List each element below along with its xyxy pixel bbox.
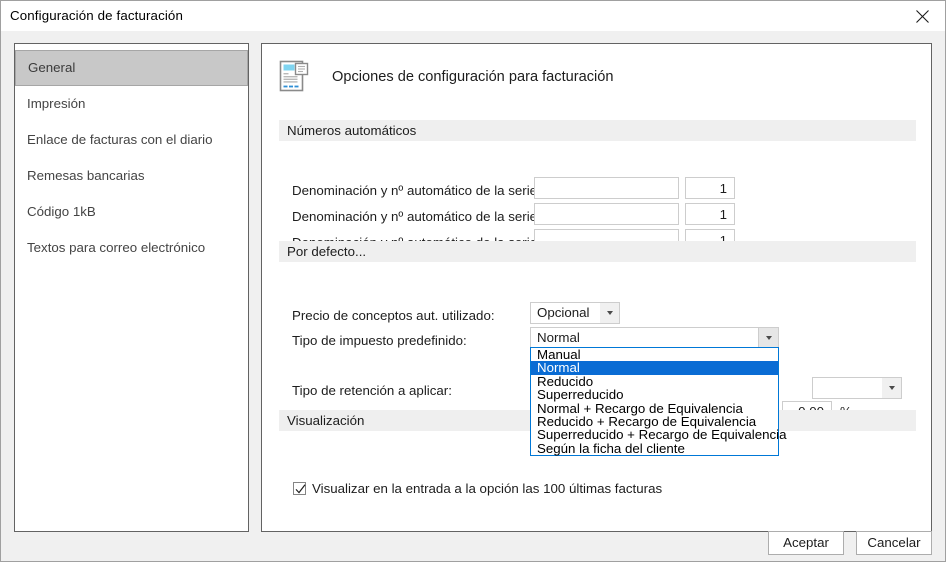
sidebar-item-textos-correo-electronico[interactable]: Textos para correo electrónico [15, 230, 248, 266]
serie2-name-input[interactable] [534, 203, 679, 225]
dropdown-option[interactable]: Según la ficha del cliente [531, 441, 778, 455]
sidebar-item-codigo-1kb[interactable]: Código 1kB [15, 194, 248, 230]
dialog-body: General Impresión Enlace de facturas con… [1, 31, 945, 561]
section-band-defaults: Por defecto... [279, 241, 916, 262]
sidebar-item-enlace-facturas-diario[interactable]: Enlace de facturas con el diario [15, 122, 248, 158]
sidebar-item-label: General [28, 60, 76, 75]
accept-button[interactable]: Aceptar [768, 531, 844, 555]
dropdown-option[interactable]: Superreducido [531, 388, 778, 402]
price-concept-select[interactable]: Opcional [530, 302, 620, 324]
price-concept-label: Precio de conceptos aut. utilizado: [292, 308, 495, 323]
chevron-down-icon[interactable] [758, 328, 778, 348]
dropdown-option[interactable]: Reducido + Recargo de Equivalencia [531, 415, 778, 429]
title-bar: Configuración de facturación [1, 1, 945, 31]
content-header-title: Opciones de configuración para facturaci… [332, 69, 614, 85]
settings-dialog: Configuración de facturación General Imp… [0, 0, 946, 562]
document-settings-icon [279, 60, 309, 94]
cancel-button[interactable]: Cancelar [856, 531, 932, 555]
tax-type-dropdown-list[interactable]: Manual Normal Reducido Superreducido Nor… [530, 347, 786, 457]
retention-type-select[interactable] [812, 377, 902, 399]
sidebar-item-label: Impresión [27, 96, 86, 111]
price-concept-value: Opcional [537, 305, 590, 320]
chevron-down-icon[interactable] [882, 378, 901, 398]
show-last-invoices-label: Visualizar en la entrada a la opción las… [312, 481, 663, 496]
window-title: Configuración de facturación [10, 8, 183, 23]
tax-type-value: Normal [537, 330, 580, 345]
sidebar-item-general[interactable]: General [15, 50, 248, 86]
sidebar-item-impresion[interactable]: Impresión [15, 86, 248, 122]
tax-type-label: Tipo de impuesto predefinido: [292, 333, 467, 348]
sidebar-item-remesas-bancarias[interactable]: Remesas bancarias [15, 158, 248, 194]
show-last-invoices-checkbox-row[interactable]: Visualizar en la entrada a la opción las… [293, 481, 662, 496]
sidebar-item-label: Remesas bancarias [27, 168, 145, 183]
retention-type-label: Tipo de retención a aplicar: [292, 383, 452, 398]
serie2-label: Denominación y nº automático de la serie… [292, 209, 552, 224]
chevron-down-icon[interactable] [600, 303, 619, 323]
settings-nav-list: General Impresión Enlace de facturas con… [14, 43, 249, 532]
settings-content-panel: Opciones de configuración para facturaci… [261, 43, 932, 532]
dropdown-option[interactable]: Manual [531, 348, 778, 362]
serie1-number-input[interactable] [685, 177, 735, 199]
close-icon[interactable] [899, 1, 945, 31]
dropdown-option-selected[interactable]: Normal [531, 361, 778, 375]
sidebar-item-label: Textos para correo electrónico [27, 240, 206, 255]
section-band-auto-numbers: Números automáticos [279, 120, 916, 141]
serie1-label: Denominación y nº automático de la serie… [292, 183, 552, 198]
checkbox-icon[interactable] [293, 482, 306, 495]
dropdown-option[interactable]: Normal + Recargo de Equivalencia [531, 401, 778, 415]
serie2-number-input[interactable] [685, 203, 735, 225]
serie1-name-input[interactable] [534, 177, 679, 199]
sidebar-item-label: Enlace de facturas con el diario [27, 132, 213, 147]
content-header: Opciones de configuración para facturaci… [279, 60, 614, 94]
dropdown-option[interactable]: Reducido [531, 374, 778, 388]
tax-type-select[interactable]: Normal [530, 327, 779, 349]
dropdown-option[interactable]: Superreducido + Recargo de Equivalencia [531, 428, 786, 442]
sidebar-item-label: Código 1kB [27, 204, 96, 219]
